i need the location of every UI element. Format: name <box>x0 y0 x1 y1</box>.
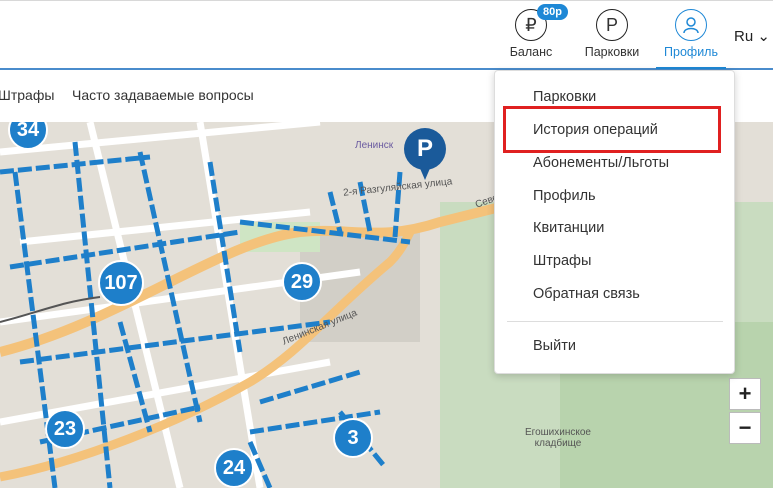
map-label: Егошихинское кладбище <box>525 427 591 449</box>
ruble-icon: ₽ 80р <box>515 4 568 41</box>
cluster-marker[interactable]: 3 <box>333 418 373 458</box>
zoom-out-button[interactable]: − <box>729 412 761 444</box>
nav-profile[interactable]: Профиль <box>656 9 726 69</box>
nav-balance[interactable]: ₽ 80р Баланс <box>496 4 568 59</box>
zoom-in-button[interactable]: + <box>729 378 761 410</box>
dropdown-item-receipts[interactable]: Квитанции <box>533 220 604 236</box>
parking-pin-icon[interactable]: P <box>404 128 446 170</box>
cluster-marker[interactable]: 24 <box>214 448 254 488</box>
chevron-down-icon: ⌄ <box>753 28 770 45</box>
menu-fines[interactable]: Штрафы <box>0 87 54 103</box>
parking-icon: Р <box>596 9 628 41</box>
menu-faq[interactable]: Часто задаваемые вопросы <box>72 87 254 103</box>
nav-parkings[interactable]: Р Парковки <box>577 9 647 59</box>
logout-button[interactable]: Выйти <box>533 338 576 354</box>
dropdown-item-parkings[interactable]: Парковки <box>533 89 596 105</box>
nav-profile-label: Профиль <box>664 45 718 59</box>
nav-parkings-label: Парковки <box>584 45 640 59</box>
language-selector[interactable]: Ru ⌄ <box>734 27 770 45</box>
cluster-marker[interactable]: 23 <box>45 409 85 449</box>
dropdown-item-profile[interactable]: Профиль <box>533 188 596 204</box>
nav-balance-label: Баланс <box>509 45 553 59</box>
map-label: Ленинск <box>355 140 394 151</box>
dropdown-item-fines[interactable]: Штрафы <box>533 253 591 269</box>
cluster-marker[interactable]: 29 <box>282 262 322 302</box>
dropdown-item-subscriptions[interactable]: Абонементы/Льготы <box>533 155 669 171</box>
top-header: ₽ 80р Баланс Р Парковки Профиль Ru ⌄ <box>0 0 773 70</box>
cluster-marker[interactable]: 107 <box>98 260 144 306</box>
dropdown-item-feedback[interactable]: Обратная связь <box>533 286 640 302</box>
highlight-box <box>503 106 721 153</box>
user-icon <box>675 9 707 41</box>
balance-badge: 80р <box>537 4 568 20</box>
dropdown-divider <box>507 321 723 322</box>
